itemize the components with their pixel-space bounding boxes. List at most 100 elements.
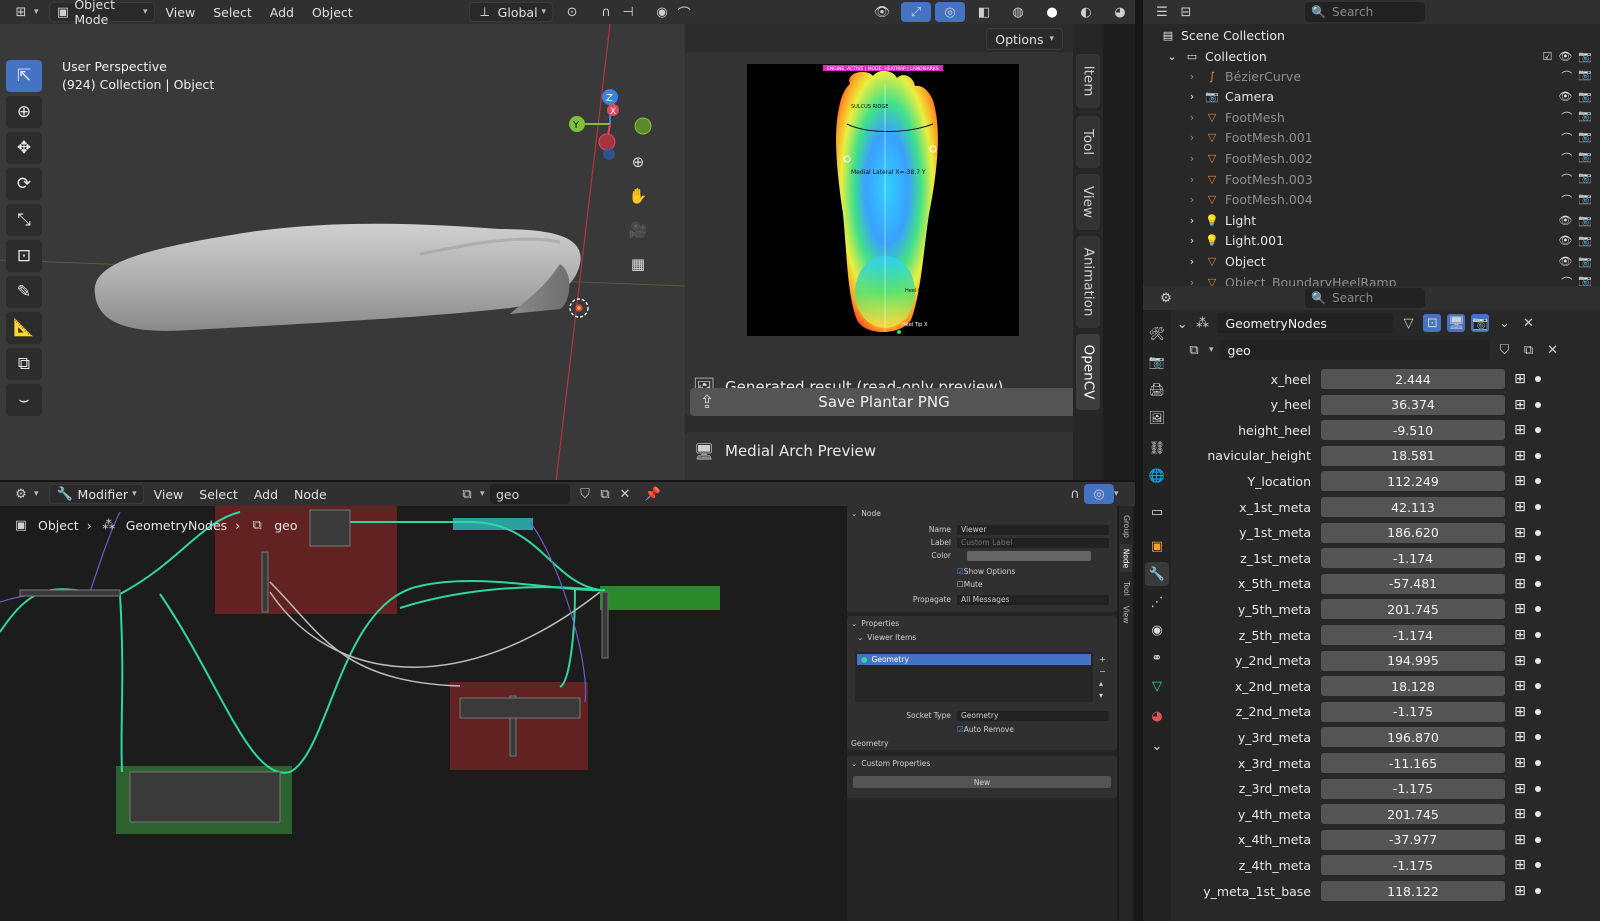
camera-render-icon[interactable]: 📷 — [1578, 90, 1592, 103]
attribute-toggle-icon[interactable]: ⊞ — [1511, 600, 1529, 618]
attribute-toggle-icon[interactable]: ⊞ — [1511, 549, 1529, 567]
tab-tool-node[interactable]: Tool — [1120, 576, 1132, 600]
attribute-toggle-icon[interactable]: ⊞ — [1511, 728, 1529, 746]
measure-tool[interactable]: 📐 — [6, 312, 42, 344]
viewer-items-list[interactable]: ● Geometry — [855, 652, 1093, 702]
select-box-tool[interactable]: ⇱ — [6, 60, 42, 92]
keyframe-dot-icon[interactable] — [1535, 760, 1541, 766]
physics-tab[interactable]: ◉ — [1145, 618, 1169, 642]
modifier-tab[interactable]: 🔧 — [1145, 562, 1169, 586]
mute-row[interactable]: ☐ Mute — [847, 579, 1117, 590]
keyframe-dot-icon[interactable] — [1535, 529, 1541, 536]
outliner-row[interactable]: › ∫ BézierCurve ⌒ 📷 — [1143, 66, 1600, 86]
eye-icon[interactable]: 👁 — [1558, 214, 1572, 227]
arrow-down-icon[interactable]: ▾ — [1099, 690, 1106, 702]
scene-collection-row[interactable]: ▤ Scene Collection — [1143, 25, 1600, 45]
camera-render-icon[interactable]: 📷 — [1578, 150, 1592, 166]
save-plantar-button[interactable]: ⇪ Save Plantar PNG — [690, 388, 1078, 416]
tab-tool[interactable]: Tool — [1076, 116, 1100, 168]
auto-remove-row[interactable]: ☑ Auto Remove — [847, 724, 1117, 735]
keyframe-dot-icon[interactable] — [1535, 657, 1541, 664]
arrow-up-icon[interactable]: ▴ — [1099, 678, 1106, 690]
node-color-field[interactable] — [967, 550, 1091, 561]
3d-viewport[interactable]: Z Y X ⇱ ⊕ ✥ ⟳ ⤡ ⊡ ✎ 📐 ⧉ ⌣ User Perspecti… — [0, 24, 685, 482]
modifier-name-field[interactable]: GeometryNodes — [1217, 313, 1394, 333]
outliner-row[interactable]: › ▽ FootMesh ⌒ 📷 — [1143, 107, 1600, 127]
camera-render-icon[interactable]: 📷 — [1578, 192, 1592, 208]
attribute-toggle-icon[interactable]: ⊞ — [1511, 677, 1529, 695]
chevron-right-icon[interactable]: › — [1185, 234, 1199, 248]
menu-select[interactable]: Select — [206, 2, 259, 22]
node-menu-node[interactable]: Node — [288, 484, 333, 504]
eye-icon[interactable]: ⌒ — [1561, 171, 1572, 187]
camera-view-icon[interactable]: 🎥 — [625, 217, 651, 243]
camera-render-icon[interactable]: 📷 — [1578, 109, 1592, 125]
socket-type-dropdown[interactable]: Geometry — [957, 710, 1109, 721]
tab-opencv[interactable]: OpenCV — [1076, 334, 1100, 410]
orientation-dropdown[interactable]: ⟂ Global ▾ — [468, 2, 554, 22]
eye-icon[interactable]: ⌒ — [1561, 130, 1572, 146]
menu-add[interactable]: Add — [263, 2, 301, 22]
properties-search[interactable]: 🔍 Search — [1305, 288, 1425, 308]
chevron-right-icon[interactable]: › — [1185, 213, 1199, 227]
node-tree-browse[interactable]: ⧉ ▾ — [452, 484, 491, 504]
param-value-field[interactable]: 194.995 — [1321, 650, 1505, 671]
outliner[interactable]: ☰ ⊟ 🔍 Search ▤ Scene Collection ⌄ ▭ Coll… — [1143, 0, 1600, 286]
node-menu-view[interactable]: View — [148, 484, 190, 504]
param-value-field[interactable]: -57.481 — [1321, 573, 1505, 594]
keyframe-dot-icon[interactable] — [1535, 785, 1541, 792]
remove-icon[interactable]: − — [1099, 666, 1106, 678]
mode-dropdown[interactable]: ▣ Object Mode ▾ — [48, 0, 155, 27]
shading-rendered[interactable]: ◕ — [1105, 2, 1135, 22]
properties-editor[interactable]: ⚙ 🔍 Search 🛠 📷 🖨 🖼 ⛓ 🌐 ▭ ▣ 🔧 ⋰ ◉ ⚭ ▽ ◕ ⌄… — [1143, 286, 1600, 921]
keyframe-dot-icon[interactable] — [1535, 734, 1541, 741]
cage-toggle-icon[interactable]: ⊡ — [1423, 314, 1442, 332]
tab-item[interactable]: Item — [1076, 54, 1100, 108]
param-value-field[interactable]: 196.870 — [1321, 727, 1505, 748]
keyframe-dot-icon[interactable] — [1535, 427, 1541, 434]
tool-tab[interactable]: 🛠 — [1145, 322, 1169, 346]
grid-ortho-icon[interactable]: ▦ — [625, 251, 651, 277]
attribute-toggle-icon[interactable]: ⊞ — [1511, 856, 1529, 874]
outliner-row[interactable]: › ▽ Object_BoundaryHeelRamp ⌒ 📷 — [1143, 272, 1600, 286]
collection-tab[interactable]: ▭ — [1145, 500, 1169, 524]
snap-button[interactable]: ∩ ⊣ — [591, 2, 643, 22]
outliner-row[interactable]: › ▽ FootMesh.003 ⌒ 📷 — [1143, 169, 1600, 189]
eye-icon[interactable]: 👁 — [1558, 50, 1572, 63]
attribute-toggle-icon[interactable]: ⊞ — [1511, 421, 1529, 439]
outliner-search[interactable]: 🔍 Search — [1305, 2, 1425, 22]
eye-icon[interactable]: ⌒ — [1561, 192, 1572, 208]
viewport-toggle-icon[interactable]: 🖥 — [1447, 314, 1466, 332]
node-tree-icon[interactable]: ⧉ — [1185, 341, 1203, 359]
show-options-row[interactable]: ☑ Show Options — [847, 566, 1117, 577]
attribute-toggle-icon[interactable]: ⊞ — [1511, 780, 1529, 798]
node-menu-select[interactable]: Select — [193, 484, 244, 504]
outliner-row[interactable]: › 📷 Camera 👁 📷 — [1143, 87, 1600, 107]
node-label-field[interactable]: Custom Label — [957, 537, 1109, 548]
medial-arch-panel[interactable]: 🖥 Medial Arch Preview — [685, 432, 1083, 482]
world-tab[interactable]: 🌐 — [1145, 464, 1169, 488]
output-tab[interactable]: 🖨 — [1145, 378, 1169, 402]
attribute-toggle-icon[interactable]: ⊞ — [1511, 575, 1529, 593]
menu-object[interactable]: Object — [305, 2, 360, 22]
properties-section-header[interactable]: ⌄ Properties — [847, 616, 1117, 630]
keyframe-dot-icon[interactable] — [1535, 888, 1541, 894]
shading-solid[interactable]: ● — [1037, 2, 1067, 22]
camera-render-icon[interactable]: 📷 — [1578, 68, 1592, 84]
keyframe-dot-icon[interactable] — [1535, 555, 1541, 562]
attribute-toggle-icon[interactable]: ⊞ — [1511, 652, 1529, 670]
outliner-row[interactable]: › ▽ FootMesh.001 ⌒ 📷 — [1143, 128, 1600, 148]
param-value-field[interactable]: 2.444 — [1321, 369, 1505, 389]
scale-tool[interactable]: ⤡ — [6, 204, 42, 236]
param-value-field[interactable]: 112.249 — [1321, 471, 1505, 492]
menu-view[interactable]: View — [159, 2, 203, 22]
tab-group[interactable]: Group — [1120, 512, 1132, 540]
camera-render-icon[interactable]: 📷 — [1578, 50, 1592, 63]
material-tab[interactable]: ◕ — [1145, 704, 1169, 728]
keyframe-dot-icon[interactable] — [1535, 452, 1541, 459]
param-value-field[interactable]: -9.510 — [1321, 420, 1505, 441]
param-value-field[interactable]: 201.745 — [1321, 599, 1505, 620]
chevron-right-icon[interactable]: › — [1185, 131, 1199, 145]
outliner-row[interactable]: › ▽ FootMesh.004 ⌒ 📷 — [1143, 190, 1600, 210]
edit-mode-toggle-icon[interactable]: ▽ — [1399, 314, 1417, 332]
